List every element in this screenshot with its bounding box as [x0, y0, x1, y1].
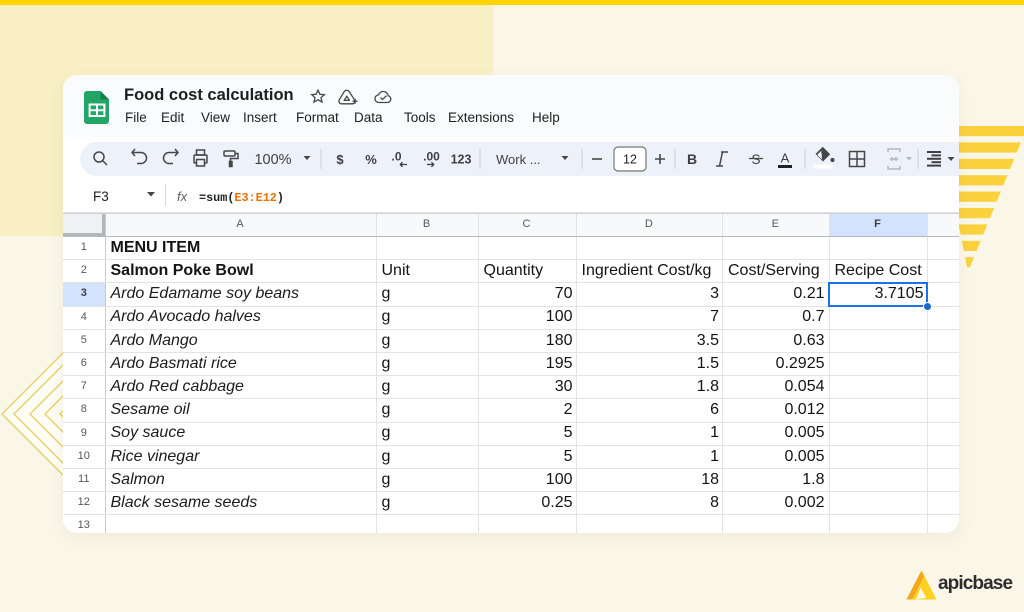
svg-text:Work ...: Work ... [496, 152, 541, 167]
svg-text:.00: .00 [423, 150, 440, 164]
svg-text:$: $ [336, 152, 344, 167]
svg-text:A: A [781, 151, 790, 166]
svg-text:S: S [751, 152, 760, 167]
svg-text:12: 12 [623, 153, 637, 167]
svg-text:%: % [365, 152, 377, 167]
svg-text:B: B [687, 151, 697, 167]
svg-text:123: 123 [451, 153, 472, 167]
svg-text:.0: .0 [391, 150, 401, 164]
svg-text:100%: 100% [254, 152, 291, 168]
